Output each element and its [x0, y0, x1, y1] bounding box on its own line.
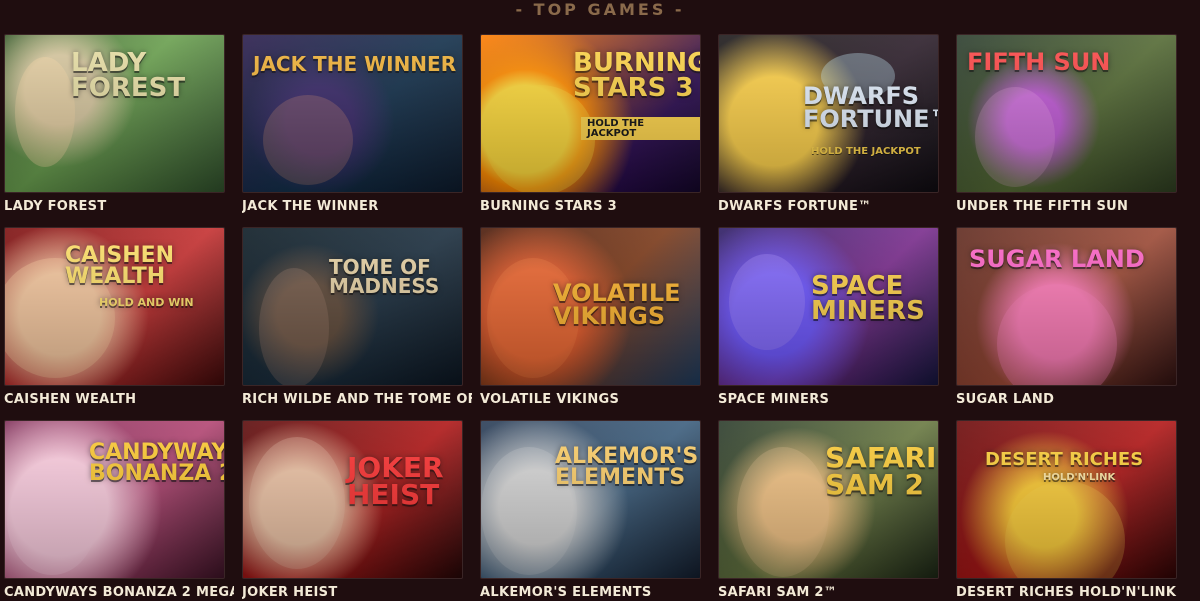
game-thumbnail[interactable]: JACK THE WINNER — [242, 34, 463, 193]
thumbnail-overlay — [957, 228, 1176, 385]
game-thumbnail[interactable]: VOLATILE VIKINGS — [480, 227, 701, 386]
thumbnail-overlay — [719, 421, 938, 578]
game-logo: CANDYWAYS BONANZA 2 — [89, 440, 224, 486]
game-logo: DWARFS FORTUNE™ — [803, 82, 939, 133]
game-logo: DESERT RICHES — [985, 449, 1144, 470]
game-title[interactable]: VOLATILE VIKINGS — [480, 392, 710, 407]
character-shape — [5, 258, 115, 378]
thumbnail-overlay — [481, 421, 700, 578]
game-title[interactable]: DWARFS FORTUNE™ — [718, 199, 948, 214]
game-thumbnail[interactable]: JOKER HEIST — [242, 420, 463, 579]
game-logo: JOKER HEIST — [347, 451, 444, 511]
thumbnail-overlay — [5, 421, 224, 578]
game-logo: SPACE MINERS — [811, 271, 925, 326]
game-card-sugar-land[interactable]: SUGAR LAND SUGAR LAND — [956, 227, 1177, 408]
game-title[interactable]: CAISHEN WEALTH — [4, 392, 234, 407]
game-logo: SUGAR LAND — [969, 245, 1145, 273]
game-card-desert-riches[interactable]: DESERT RICHES HOLD'N'LINK DESERT RICHES … — [956, 420, 1177, 601]
thumbnail-overlay — [481, 228, 700, 385]
game-thumbnail[interactable]: BURNING STARS 3 HOLD THE JACKPOT — [480, 34, 701, 193]
game-thumbnail[interactable]: TOME OF MADNESS — [242, 227, 463, 386]
thumbnail-overlay — [957, 35, 1176, 192]
game-logo: JACK THE WINNER — [253, 52, 457, 76]
game-thumbnail[interactable]: SPACE MINERS — [718, 227, 939, 386]
game-title[interactable]: JACK THE WINNER — [242, 199, 472, 214]
section-header: - TOP GAMES - — [0, 0, 1200, 22]
game-thumbnail[interactable]: SUGAR LAND — [956, 227, 1177, 386]
game-card-joker-heist[interactable]: JOKER HEIST JOKER HEIST — [242, 420, 463, 601]
game-title[interactable]: BURNING STARS 3 — [480, 199, 710, 214]
game-title[interactable]: SUGAR LAND — [956, 392, 1186, 407]
game-logo: ALKEMOR'S ELEMENTS — [555, 444, 699, 490]
game-card-dwarfs-fortune[interactable]: DWARFS FORTUNE™ HOLD THE JACKPOT DWARFS … — [718, 34, 939, 215]
game-logo: FIFTH SUN — [967, 48, 1111, 76]
game-logo: VOLATILE VIKINGS — [553, 279, 681, 330]
game-thumbnail[interactable]: SAFARI SAM 2 — [718, 420, 939, 579]
game-logo: TOME OF MADNESS — [329, 255, 440, 298]
game-logo: BURNING STARS 3 — [573, 48, 701, 103]
game-subtitle: HOLD THE JACKPOT — [811, 146, 921, 157]
game-title[interactable]: UNDER THE FIFTH SUN — [956, 199, 1186, 214]
sun-shape — [485, 85, 595, 192]
game-title[interactable]: DESERT RICHES HOLD'N'LINK — [956, 585, 1186, 600]
thumbnail-overlay — [481, 35, 700, 192]
game-thumbnail[interactable]: DESERT RICHES HOLD'N'LINK — [956, 420, 1177, 579]
character-shape — [259, 268, 329, 385]
game-title[interactable]: JOKER HEIST — [242, 585, 472, 600]
thumbnail-overlay — [5, 35, 224, 192]
game-card-alkemors-elements[interactable]: ALKEMOR'S ELEMENTS ALKEMOR'S ELEMENTS — [480, 420, 701, 601]
game-card-safari-sam-2[interactable]: SAFARI SAM 2 SAFARI SAM 2™ — [718, 420, 939, 601]
game-title[interactable]: CANDYWAYS BONANZA 2 MEGA — [4, 585, 234, 600]
game-subtitle: HOLD'N'LINK — [1043, 472, 1116, 483]
game-card-lady-forest[interactable]: LADY FOREST LADY FOREST — [4, 34, 225, 215]
game-subtitle-badge: HOLD THE JACKPOT — [581, 117, 700, 140]
games-grid: LADY FOREST LADY FOREST JACK THE WINNER … — [0, 34, 1200, 600]
game-title[interactable]: ALKEMOR'S ELEMENTS — [480, 585, 710, 600]
game-card-jack-the-winner[interactable]: JACK THE WINNER JACK THE WINNER — [242, 34, 463, 215]
game-thumbnail[interactable]: ALKEMOR'S ELEMENTS — [480, 420, 701, 579]
character-shape — [975, 87, 1055, 187]
game-subtitle: HOLD AND WIN — [99, 296, 194, 309]
character-shape — [487, 258, 579, 378]
thumbnail-overlay — [5, 228, 224, 385]
game-card-under-the-fifth-sun[interactable]: FIFTH SUN UNDER THE FIFTH SUN — [956, 34, 1177, 215]
game-card-rich-wilde-tome[interactable]: TOME OF MADNESS RICH WILDE AND THE TOME … — [242, 227, 472, 408]
game-title[interactable]: SPACE MINERS — [718, 392, 948, 407]
thumbnail-overlay — [243, 35, 462, 192]
game-thumbnail[interactable]: LADY FOREST — [4, 34, 225, 193]
thumbnail-overlay — [243, 228, 462, 385]
mask-shape — [249, 437, 345, 569]
game-logo: CAISHEN WEALTH — [65, 243, 175, 289]
game-logo: SAFARI SAM 2 — [825, 441, 937, 501]
game-card-burning-stars-3[interactable]: BURNING STARS 3 HOLD THE JACKPOT BURNING… — [480, 34, 701, 215]
game-card-volatile-vikings[interactable]: VOLATILE VIKINGS VOLATILE VIKINGS — [480, 227, 701, 408]
character-shape — [7, 465, 97, 575]
monster-shape — [729, 254, 805, 350]
character-shape — [481, 447, 577, 575]
game-logo: LADY FOREST — [71, 48, 186, 103]
character-shape — [15, 57, 75, 167]
game-title[interactable]: LADY FOREST — [4, 199, 234, 214]
thumbnail-overlay — [957, 421, 1176, 578]
top-games-title: - TOP GAMES - — [515, 0, 685, 19]
game-card-candyways-bonanza-2[interactable]: CANDYWAYS BONANZA 2 CANDYWAYS BONANZA 2 … — [4, 420, 234, 601]
game-card-space-miners[interactable]: SPACE MINERS SPACE MINERS — [718, 227, 939, 408]
game-thumbnail[interactable]: DWARFS FORTUNE™ HOLD THE JACKPOT — [718, 34, 939, 193]
diamond-shape — [821, 53, 895, 99]
thumbnail-overlay — [719, 35, 938, 192]
snake-shape — [1005, 481, 1125, 578]
thumbnail-overlay — [243, 421, 462, 578]
game-title[interactable]: SAFARI SAM 2™ — [718, 585, 948, 600]
character-shape — [737, 447, 829, 577]
game-thumbnail[interactable]: CANDYWAYS BONANZA 2 — [4, 420, 225, 579]
donut-shape — [997, 284, 1117, 385]
game-title[interactable]: RICH WILDE AND THE TOME OF — [242, 392, 472, 407]
game-thumbnail[interactable]: FIFTH SUN — [956, 34, 1177, 193]
character-shape — [263, 95, 353, 185]
thumbnail-overlay — [719, 228, 938, 385]
game-card-caishen-wealth[interactable]: CAISHEN WEALTH HOLD AND WIN CAISHEN WEAL… — [4, 227, 225, 408]
game-thumbnail[interactable]: CAISHEN WEALTH HOLD AND WIN — [4, 227, 225, 386]
